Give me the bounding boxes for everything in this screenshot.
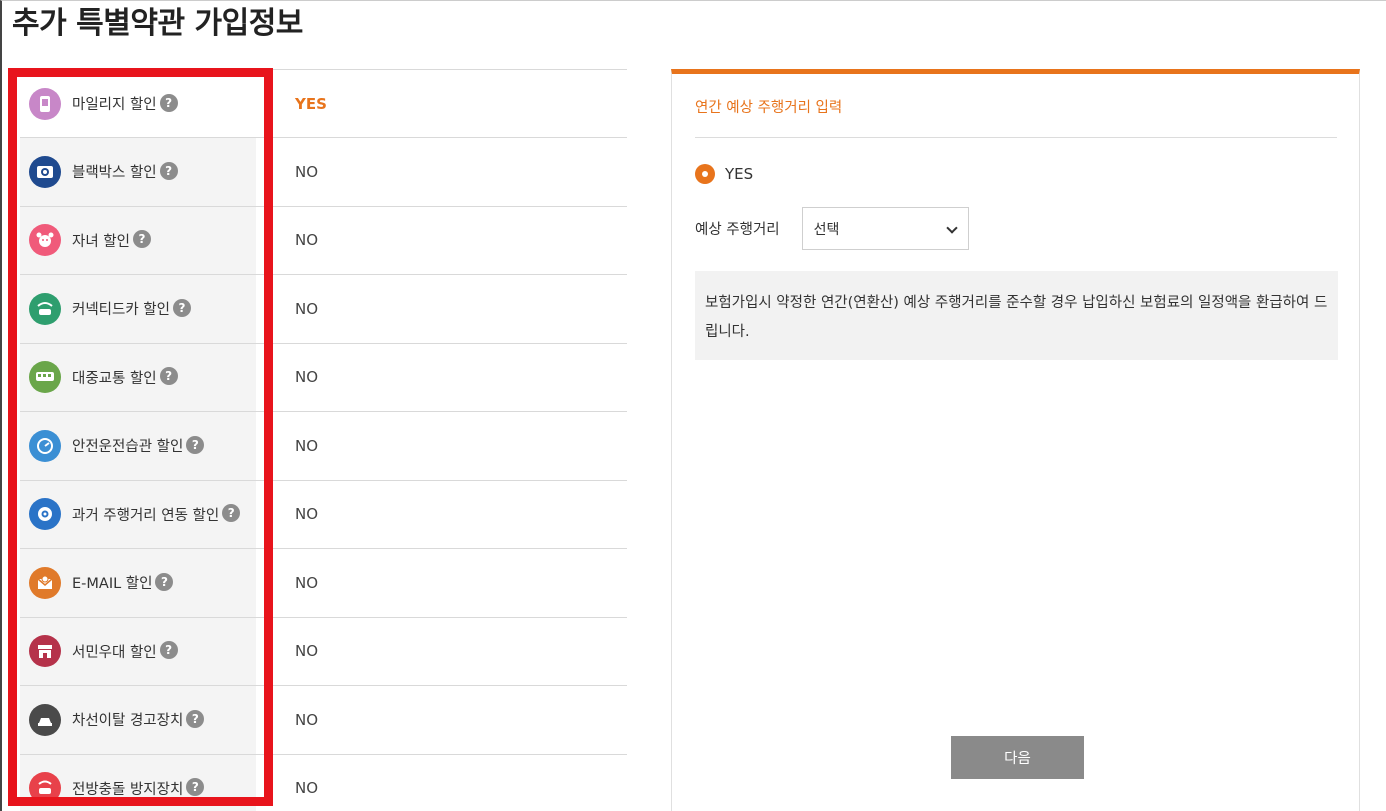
next-button[interactable]: 다음 [951, 736, 1084, 779]
discount-label-cell: 차선이탈 경고장치? [20, 686, 256, 754]
discount-value: NO [295, 231, 319, 250]
discount-label: 서민우대 할인 [72, 644, 157, 661]
select-label: 예상 주행거리 [695, 222, 780, 238]
discount-row-blackbox: 블랙박스 할인? NO [20, 137, 627, 206]
discount-table: 마일리지 할인? YES 블랙박스 할인? NO 자녀 할인? NO 커넥티드카 할인? NO… [20, 69, 627, 811]
discount-value: NO [295, 779, 319, 798]
discount-label: 차선이탈 경고장치 [72, 713, 184, 730]
discount-label-cell: 서민우대 할인? [20, 617, 256, 685]
help-question-icon[interactable]: ? [173, 298, 191, 317]
discount-label: 과거 주행거리 연동 할인 [72, 507, 220, 524]
discount-label: 블랙박스 할인 [72, 165, 157, 182]
help-question-icon[interactable]: ? [186, 435, 205, 454]
store-icon [29, 635, 61, 668]
discount-row-child: 자녀 할인? NO [20, 205, 627, 274]
discount-label: 마일리지 할인 [72, 97, 157, 113]
discount-label-cell: 대중교통 할인? [20, 343, 256, 411]
discount-value: NO [295, 642, 319, 661]
mileage-panel: 연간 예상 주행거리 입력 YES 예상 주행거리 선택 보험가입시 약정한 연… [671, 69, 1360, 811]
discount-label-cell: 마일리지 할인? [20, 70, 256, 137]
radio-selected-icon[interactable] [695, 164, 715, 184]
car-collision-icon [29, 772, 61, 805]
discount-value: NO [295, 710, 319, 729]
radio-yes[interactable]: YES [695, 164, 753, 184]
mileage-phone-icon [29, 87, 61, 120]
car-lane-icon [29, 703, 61, 736]
mileage-select-row: 예상 주행거리 선택 [695, 207, 969, 250]
discount-value: NO [295, 368, 319, 387]
discount-value: NO [295, 299, 319, 318]
discount-label: 커넥티드카 할인 [72, 302, 170, 319]
notice-box: 보험가입시 약정한 연간(연환산) 예상 주행거리를 준수할 경우 납입하신 보… [695, 271, 1338, 360]
discount-row-collision: 전방충돌 방지장치? NO [20, 753, 627, 811]
envelope-icon [29, 566, 61, 599]
discount-label: 전방충돌 방지장치 [72, 781, 184, 798]
discount-value: NO [295, 573, 319, 592]
help-question-icon[interactable]: ? [159, 93, 178, 112]
discount-label-cell: 자녀 할인? [20, 206, 256, 274]
child-face-icon [29, 224, 61, 257]
discount-label: 대중교통 할인 [72, 370, 157, 387]
discount-label: 안전운전습관 할인 [72, 439, 184, 456]
discount-row-mileage: 마일리지 할인? YES [20, 69, 627, 137]
discount-value: YES [295, 94, 327, 113]
help-question-icon[interactable]: ? [155, 572, 174, 591]
discount-row-past-mileage: 과거 주행거리 연동 할인? NO [20, 479, 627, 548]
connected-car-icon [29, 292, 61, 325]
discount-label-cell: 과거 주행거리 연동 할인? [20, 480, 256, 548]
help-question-icon[interactable]: ? [132, 230, 151, 249]
discount-label: E-MAIL 할인 [72, 576, 153, 593]
discount-value: NO [295, 436, 319, 455]
chevron-down-icon [945, 222, 958, 234]
help-question-icon[interactable]: ? [186, 778, 205, 797]
discount-row-safe-driving: 안전운전습관 할인? NO [20, 411, 627, 480]
discount-label: 자녀 할인 [72, 233, 130, 250]
discount-row-lane-warning: 차선이탈 경고장치? NO [20, 685, 627, 754]
discount-label-cell: 전방충돌 방지장치? [20, 754, 256, 811]
discount-label-cell: 커넥티드카 할인? [20, 275, 256, 343]
panel-divider [695, 137, 1337, 138]
help-question-icon[interactable]: ? [159, 641, 178, 660]
speedometer-icon [29, 429, 61, 462]
bus-icon [29, 361, 61, 394]
help-question-icon[interactable]: ? [222, 504, 241, 523]
discount-row-connected-car: 커넥티드카 할인? NO [20, 274, 627, 343]
odometer-icon [29, 498, 61, 531]
blackbox-camera-icon [29, 155, 61, 188]
help-question-icon[interactable]: ? [159, 367, 178, 386]
discount-value: NO [295, 505, 319, 524]
discount-label-cell: 블랙박스 할인? [20, 138, 256, 206]
help-question-icon[interactable]: ? [159, 161, 178, 180]
discount-label-cell: 안전운전습관 할인? [20, 412, 256, 480]
discount-label-cell: E-MAIL 할인? [20, 549, 256, 617]
mileage-select[interactable]: 선택 [801, 207, 969, 250]
discount-row-email: E-MAIL 할인? NO [20, 548, 627, 617]
discount-row-public-transit: 대중교통 할인? NO [20, 342, 627, 411]
help-question-icon[interactable]: ? [186, 709, 205, 728]
select-value: 선택 [813, 221, 840, 238]
discount-value: NO [295, 162, 319, 181]
radio-label: YES [725, 165, 754, 183]
panel-title: 연간 예상 주행거리 입력 [695, 100, 843, 116]
discount-row-low-income: 서민우대 할인? NO [20, 616, 627, 685]
page-title: 추가 특별약관 가입정보 [12, 6, 303, 41]
